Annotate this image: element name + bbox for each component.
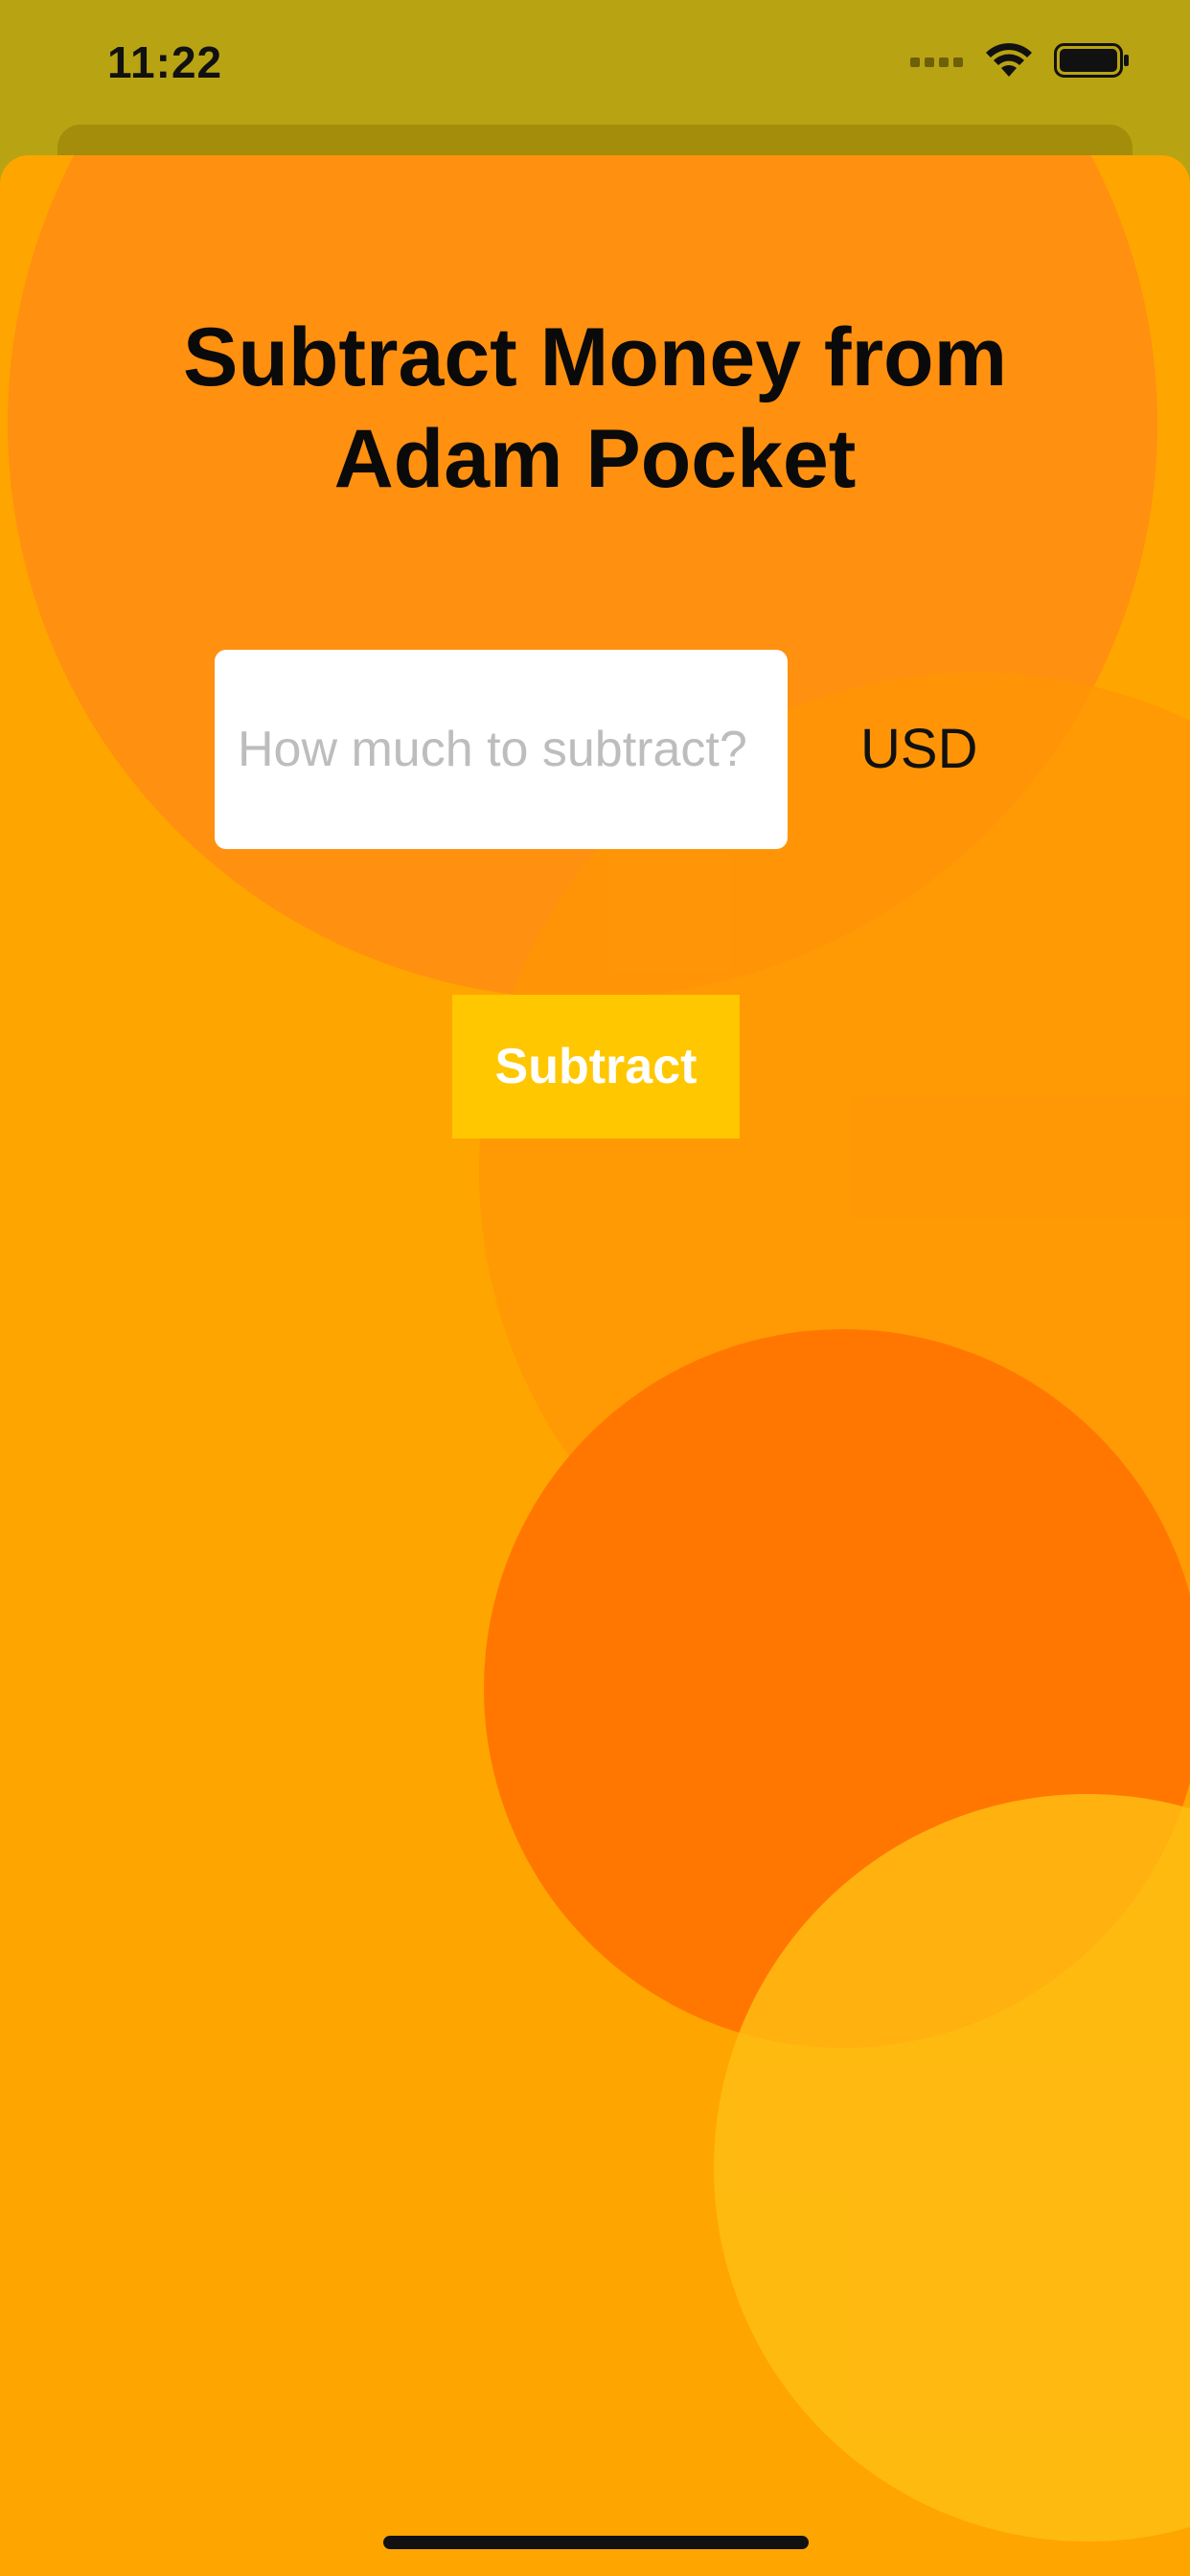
page-title: Subtract Money from Adam Pocket [182, 311, 1008, 505]
battery-icon [1054, 42, 1131, 83]
status-bar: 11:22 [0, 0, 1190, 134]
currency-label: USD [860, 718, 978, 780]
amount-input[interactable] [215, 650, 788, 849]
status-icons [910, 38, 1131, 86]
wifi-icon [985, 42, 1033, 83]
modal-sheet: Subtract Money from Adam Pocket USD Subt… [0, 155, 1190, 2576]
home-indicator[interactable] [383, 2536, 809, 2549]
signal-icon [910, 54, 964, 72]
status-time: 11:22 [107, 37, 223, 87]
subtract-button[interactable]: Subtract [452, 995, 740, 1138]
